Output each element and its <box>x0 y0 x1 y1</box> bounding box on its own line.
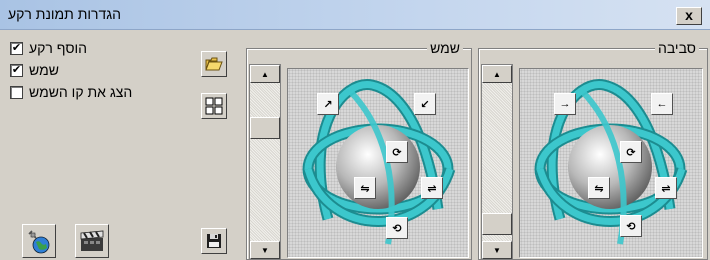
sun-scroll-thumb[interactable] <box>250 117 280 139</box>
sun-group-label: שמש <box>427 40 463 56</box>
sun-rotate-nw-button[interactable]: ↗ <box>317 93 339 115</box>
sun-scroll-down-button[interactable]: ▼ <box>250 241 280 259</box>
window-title: הגדרות תמונת רקע <box>8 6 122 22</box>
grid-layout-icon <box>205 97 223 115</box>
film-button[interactable] <box>75 224 109 258</box>
environment-tilt-down-button[interactable]: ⟲ <box>620 215 642 237</box>
environment-scroll-thumb[interactable] <box>482 213 512 235</box>
option-sun-label: שמש <box>29 62 59 78</box>
environment-scroll-up-button[interactable]: ▲ <box>482 65 512 83</box>
close-button[interactable]: x <box>676 7 702 25</box>
environment-tilt-up-button[interactable]: ⟳ <box>620 141 642 163</box>
sun-spin-right-button[interactable]: ⇌ <box>421 177 443 199</box>
option-show-sun-line-label: הצג את קו השמש <box>29 84 133 100</box>
checkbox-add-background[interactable]: ✔ <box>10 41 23 55</box>
earth-satellite-icon <box>28 230 50 254</box>
film-clapper-icon <box>80 230 104 251</box>
folder-open-icon <box>205 57 223 71</box>
environment-spin-left-button[interactable]: ⇋ <box>588 177 610 199</box>
title-bar: הגדרות תמונת רקע x <box>0 0 710 30</box>
environment-preview[interactable]: → ← ⟳ ⇋ ⇌ ⟲ <box>519 68 703 258</box>
sun-preview[interactable]: ↗ ↙ ⟳ ⇋ ⇌ ⟲ <box>287 68 469 258</box>
sun-rotate-ne-button[interactable]: ↙ <box>414 93 436 115</box>
sun-gizmo-graphic <box>302 79 456 245</box>
environment-group-label: סביבה <box>654 40 699 56</box>
environment-spin-right-button[interactable]: ⇌ <box>655 177 677 199</box>
environment-rotate-right-button[interactable]: → <box>554 93 576 115</box>
option-sun[interactable]: ✔ שמש <box>10 61 59 79</box>
checkbox-show-sun-line[interactable] <box>10 85 23 99</box>
save-button[interactable] <box>201 228 227 254</box>
option-show-sun-line[interactable]: הצג את קו השמש <box>10 83 132 101</box>
sun-spin-left-button[interactable]: ⇋ <box>354 177 376 199</box>
environment-gizmo-graphic <box>534 79 688 245</box>
layout-grid-button[interactable] <box>201 93 227 119</box>
environment-scrollbar[interactable]: ▲ ▼ <box>481 64 513 260</box>
floppy-save-icon <box>207 234 221 248</box>
sun-scroll-up-button[interactable]: ▲ <box>250 65 280 83</box>
open-background-button[interactable] <box>201 51 227 77</box>
option-add-background-label: הוסף רקע <box>29 40 88 56</box>
environment-rotate-left-button[interactable]: ← <box>651 93 673 115</box>
earth-button[interactable] <box>22 224 56 258</box>
option-add-background[interactable]: ✔ הוסף רקע <box>10 39 87 57</box>
sun-scrollbar[interactable]: ▲ ▼ <box>249 64 281 260</box>
environment-scroll-down-button[interactable]: ▼ <box>482 241 512 259</box>
checkbox-sun[interactable]: ✔ <box>10 63 23 77</box>
sun-tilt-down-button[interactable]: ⟲ <box>386 217 408 239</box>
sun-tilt-up-button[interactable]: ⟳ <box>386 141 408 163</box>
